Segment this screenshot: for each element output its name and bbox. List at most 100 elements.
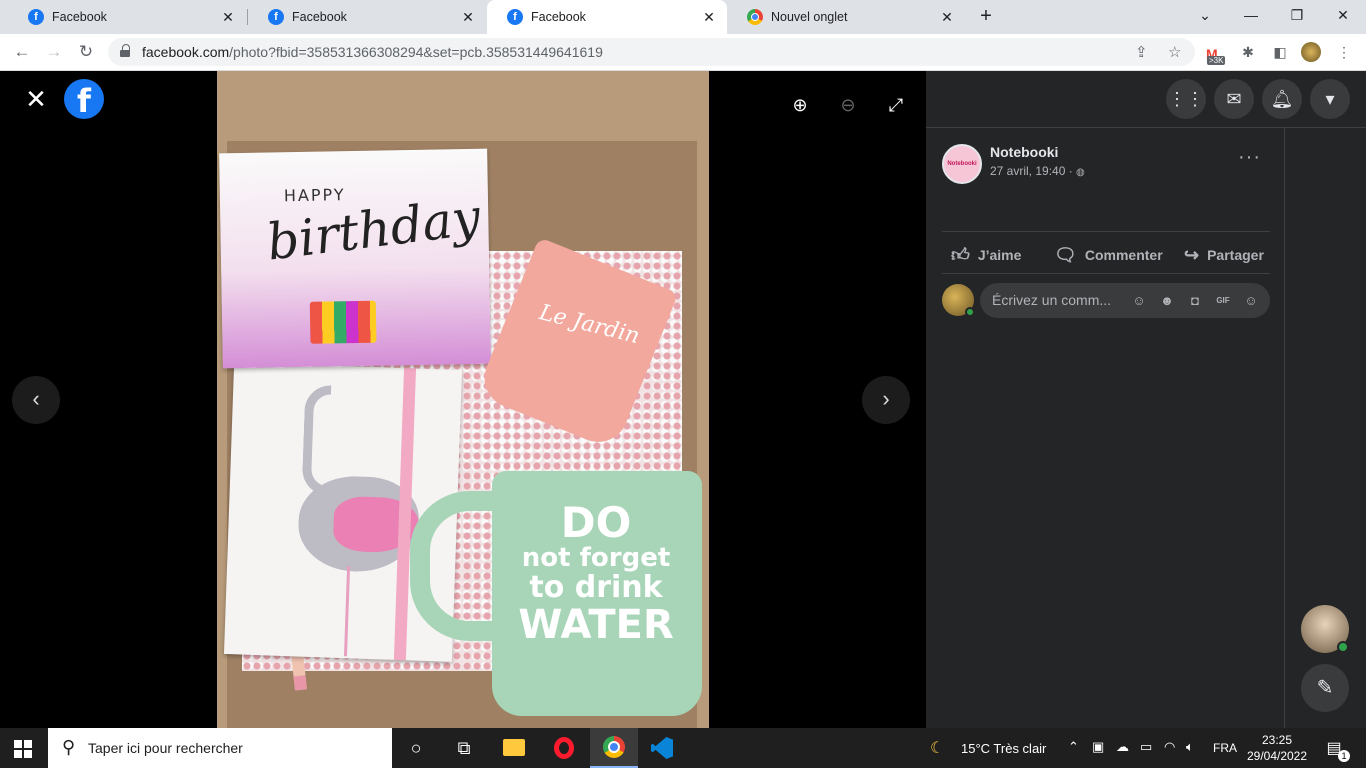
online-status-dot — [965, 307, 975, 317]
divider — [942, 273, 1270, 274]
tab-close-icon[interactable]: ✕ — [460, 9, 476, 26]
back-button[interactable]: ← — [10, 41, 34, 63]
fullscreen-icon[interactable]: ⤢ — [884, 93, 908, 117]
comment-bubble-icon: 🗨︎ — [1054, 244, 1077, 265]
comment-input[interactable]: Écrivez un comm... ☺ ☻ ◘ GIF ☺ — [980, 283, 1270, 318]
maximize-button[interactable]: ❐ — [1274, 4, 1320, 30]
url-text[interactable]: facebook.com/photo?fbid=358531366308294&… — [142, 44, 603, 60]
browser-tab-2[interactable]: f Facebook ✕ — [248, 0, 486, 34]
camera-icon[interactable]: ◘ — [1186, 292, 1204, 310]
browser-tab-4[interactable]: Nouvel onglet ✕ — [727, 0, 965, 34]
gifts-illustration — [309, 300, 377, 344]
taskbar-clock[interactable]: 23:25 29/04/2022 — [1246, 732, 1308, 764]
post-details: Notebooki Notebooki 27 avril, 19:40 · ◍ … — [926, 128, 1285, 728]
browser-toolbar: ← → ↻ facebook.com/photo?fbid=3585313663… — [0, 34, 1366, 71]
weather-text[interactable]: 15°C Très clair — [961, 741, 1046, 756]
browser-tab-1[interactable]: f Facebook ✕ — [8, 0, 246, 34]
minimize-button[interactable]: — — [1228, 4, 1274, 30]
windows-taskbar: ⚲ Taper ici pour rechercher ○ ⧉ ☾ 15°C T… — [0, 728, 1366, 768]
share-button[interactable]: ↪ Partager — [1184, 243, 1264, 267]
new-message-compose-icon[interactable]: ✎ — [1301, 664, 1349, 712]
photo-mug-handle — [410, 491, 505, 641]
notifications-bell-icon[interactable]: 🔔︎ — [1262, 79, 1302, 119]
language-indicator[interactable]: FRA — [1213, 741, 1237, 755]
post-side-panel: ⋮⋮ ✉ 🔔︎ ▾ Notebooki Notebooki 27 avril, … — [926, 71, 1366, 728]
meet-now-icon[interactable]: ▣ — [1092, 739, 1104, 755]
post-timestamp[interactable]: 27 avril, 19:40 · ◍ — [990, 164, 1085, 178]
extensions-puzzle-icon[interactable]: ✱ — [1238, 42, 1258, 62]
page-name[interactable]: Notebooki — [990, 144, 1058, 160]
next-photo-button[interactable]: › — [862, 376, 910, 424]
tray-overflow-chevron-icon[interactable]: ⌃ — [1068, 739, 1079, 755]
task-view-icon[interactable]: ⧉ — [452, 736, 476, 760]
taskbar-search-box[interactable]: ⚲ Taper ici pour rechercher — [48, 728, 392, 768]
share-icon[interactable]: ⇪ — [1135, 43, 1148, 61]
tab-title: Facebook — [531, 10, 586, 24]
more-options-icon[interactable]: ··· — [1238, 147, 1261, 167]
comment-button[interactable]: 🗨︎ Commenter — [1054, 243, 1163, 267]
forward-button[interactable]: → — [42, 41, 66, 63]
page-avatar[interactable]: Notebooki — [942, 144, 982, 184]
new-tab-button[interactable]: + — [973, 5, 999, 29]
facebook-favicon-icon: f — [507, 9, 523, 25]
windows-start-icon[interactable] — [14, 740, 32, 758]
menu-grid-icon[interactable]: ⋮⋮ — [1166, 79, 1206, 119]
photo-birthday-card: HAPPY birthday — [219, 148, 491, 369]
photo-viewer: ✕ f HAPPY birthday Le Jardin DO not forg… — [0, 71, 926, 728]
account-dropdown-icon[interactable]: ▾ — [1310, 79, 1350, 119]
profile-avatar[interactable] — [1301, 42, 1321, 62]
gmail-extension-icon[interactable]: M >3K — [1206, 46, 1226, 66]
tab-close-icon[interactable]: ✕ — [701, 9, 717, 26]
cortana-icon[interactable]: ○ — [404, 736, 428, 760]
bookmark-star-icon[interactable]: ☆ — [1168, 43, 1181, 61]
previous-photo-button[interactable]: ‹ — [12, 376, 60, 424]
weather-moon-icon[interactable]: ☾ — [930, 738, 944, 758]
photo-mug: DO not forget to drink WATER — [492, 471, 702, 716]
opera-icon[interactable] — [554, 737, 574, 759]
public-globe-icon: ◍ — [1076, 167, 1085, 178]
tab-close-icon[interactable]: ✕ — [220, 9, 236, 26]
menu-kebab-icon[interactable]: ⋮ — [1334, 42, 1354, 62]
wifi-icon[interactable]: ◠ — [1164, 739, 1175, 755]
browser-tab-3-active[interactable]: f Facebook ✕ — [487, 0, 727, 34]
current-user-avatar[interactable] — [942, 284, 975, 317]
battery-icon[interactable]: ▭ — [1140, 739, 1152, 755]
address-bar[interactable]: facebook.com/photo?fbid=358531366308294&… — [108, 38, 1195, 66]
lock-icon[interactable] — [120, 44, 130, 57]
chrome-favicon-icon — [747, 9, 763, 25]
tab-search-chevron-icon[interactable]: ⌄ — [1182, 4, 1228, 30]
facebook-top-actions: ⋮⋮ ✉ 🔔︎ ▾ — [926, 71, 1366, 128]
facebook-favicon-icon: f — [268, 9, 284, 25]
online-status-dot — [1337, 641, 1349, 653]
gif-icon[interactable]: GIF — [1214, 292, 1232, 310]
search-icon: ⚲ — [62, 737, 76, 757]
facebook-favicon-icon: f — [28, 9, 44, 25]
like-button[interactable]: 👍︎ J’aime — [951, 243, 1021, 267]
contact-chat-avatar[interactable] — [1301, 605, 1349, 653]
share-arrow-icon: ↪ — [1184, 244, 1200, 265]
onedrive-icon[interactable]: ☁ — [1116, 739, 1129, 755]
emoji-icon[interactable]: ☻ — [1158, 292, 1176, 310]
tab-title: Facebook — [52, 10, 107, 24]
file-explorer-icon[interactable] — [503, 739, 525, 756]
close-window-button[interactable]: ✕ — [1320, 4, 1366, 30]
chrome-icon[interactable] — [603, 736, 625, 758]
close-viewer-icon[interactable]: ✕ — [24, 86, 48, 112]
tab-strip: f Facebook ✕ f Facebook ✕ f Facebook ✕ N… — [0, 0, 1366, 34]
reload-button[interactable]: ↻ — [74, 41, 98, 63]
zoom-in-icon[interactable]: ⊕ — [788, 93, 812, 117]
thumbs-up-icon: 👍︎ — [951, 245, 970, 265]
sticker-icon[interactable]: ☺ — [1242, 292, 1260, 310]
zoom-out-icon[interactable]: ⊖ — [836, 93, 860, 117]
avatar-sticker-icon[interactable]: ☺ — [1130, 292, 1148, 310]
side-panel-icon[interactable]: ◧ — [1270, 42, 1290, 62]
facebook-logo-icon[interactable]: f — [64, 79, 104, 120]
tab-title: Nouvel onglet — [771, 10, 848, 24]
tab-close-icon[interactable]: ✕ — [939, 9, 955, 26]
messenger-icon[interactable]: ✉ — [1214, 79, 1254, 119]
volume-icon[interactable]: 🔈︎ — [1186, 739, 1194, 755]
post-photo: HAPPY birthday Le Jardin DO not forget t… — [217, 71, 709, 728]
divider — [942, 231, 1270, 232]
vscode-icon[interactable] — [651, 737, 673, 759]
notification-center-icon[interactable]: ▤ 1 — [1324, 738, 1350, 762]
